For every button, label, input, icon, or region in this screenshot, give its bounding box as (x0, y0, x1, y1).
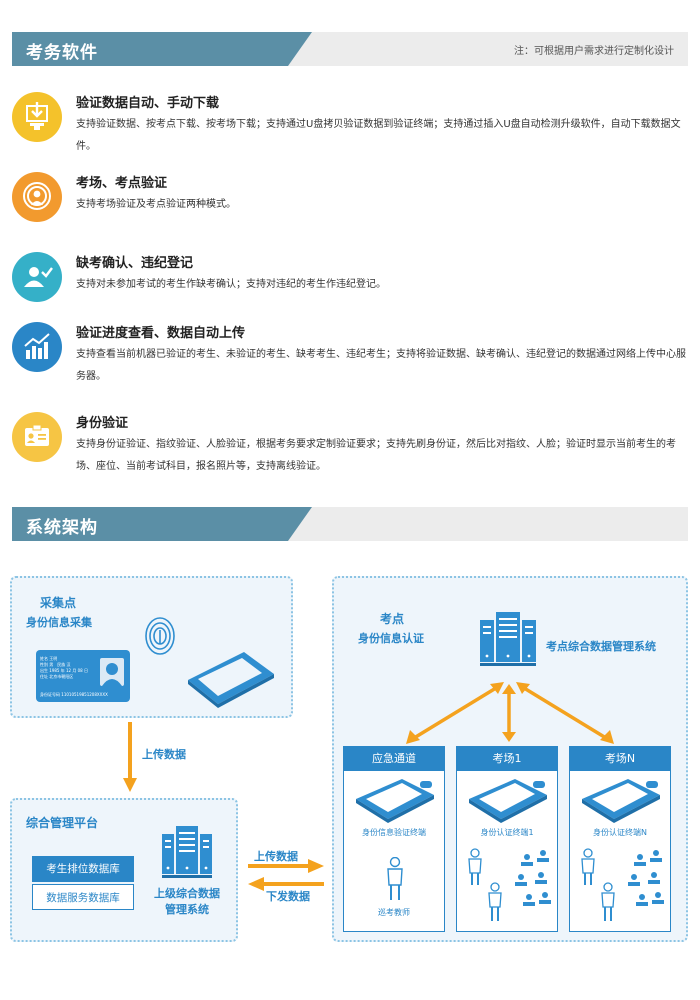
site-arrows (394, 682, 624, 750)
feature-desc: 支持查看当前机器已验证的考生、未验证的考生、缺考考生、违纪考生；支持将验证数据、… (76, 349, 686, 382)
feature-title: 身份验证 (76, 416, 129, 431)
site-server-label: 考点综合数据管理系统 (546, 640, 656, 653)
site-server-icon (480, 612, 536, 670)
download-icon (12, 92, 62, 142)
upper-server-label-line2: 管理系统 (165, 903, 209, 916)
terminal-device-icon (465, 777, 551, 827)
site-title: 考点 (380, 612, 405, 626)
sub-panel-room-n: 考场N 身份认证终端N (569, 746, 671, 932)
feature-desc: 支持对未参加考试的考生作缺考确认；支持对违纪的考生作违纪登记。 (76, 279, 386, 290)
section-title: 系统架构 (26, 518, 98, 538)
section-title: 考务软件 (26, 43, 98, 63)
id-card-photo (100, 658, 124, 686)
classroom-icon (578, 847, 668, 929)
feature-title: 缺考确认、违纪登记 (76, 256, 194, 271)
id-card-address: 住址 北京市朝阳区 (40, 674, 74, 679)
management-platform-panel: 综合管理平台 考生排位数据库 数据服务数据库 上级综合数据 管理系统 (10, 798, 238, 942)
sub-panel-room-1: 考场1 身份认证终端1 (456, 746, 558, 932)
signal-person-icon (12, 172, 62, 222)
sub-panel-head: 考场N (570, 747, 670, 771)
id-card-icon (12, 412, 62, 462)
collection-point-panel: 采集点 身份信息采集 姓名 王明 性别 男 民族 汉 出生 1985 年 12 … (10, 576, 293, 718)
person-icon (386, 856, 404, 905)
db-exam-seat: 考生排位数据库 (32, 856, 134, 882)
sub-panel-head: 考场1 (457, 747, 557, 771)
fingerprint-icon (140, 614, 180, 662)
terminal-caption: 身份信息验证终端 (362, 828, 426, 837)
download-data-label: 下发数据 (266, 890, 310, 903)
site-subtitle: 身份信息认证 (358, 632, 424, 645)
terminal-caption: 身份认证终端N (593, 828, 647, 837)
person-caption: 巡考教师 (378, 908, 410, 917)
terminal-caption: 身份认证终端1 (480, 828, 534, 837)
upper-server-label-line1: 上级综合数据 (154, 887, 220, 900)
upper-server-label: 上级综合数据 管理系统 (142, 886, 232, 918)
section-header-architecture: 系统架构 (12, 507, 688, 541)
upload-arrow (123, 722, 137, 798)
user-check-icon (12, 252, 62, 302)
feature-desc: 支持身份证验证、指纹验证、人脸验证，根据考务要求定制验证要求；支持先刷身份证，然… (76, 439, 676, 472)
feature-title: 考场、考点验证 (76, 176, 168, 191)
sub-panel-emergency: 应急通道 身份信息验证终端 巡考教师 (343, 746, 445, 932)
feature-desc: 支持考场验证及考点验证两种模式。 (76, 199, 236, 210)
terminal-device-icon (352, 777, 438, 827)
terminal-device-icon (578, 777, 664, 827)
section-note: 注：可根据用户需求进行定制化设计 (514, 46, 674, 57)
feature-title: 验证进度查看、数据自动上传 (76, 326, 246, 341)
arrow-right (248, 858, 324, 877)
chart-icon (12, 322, 62, 372)
sub-panel-head: 应急通道 (344, 747, 444, 771)
feature-title: 验证数据自动、手动下载 (76, 96, 220, 111)
server-rack-icon (162, 826, 212, 882)
feature-desc: 支持验证数据、按考点下载、按考场下载；支持通过U盘拷贝验证数据到验证终端；支持通… (76, 119, 681, 152)
id-card: 姓名 王明 性别 男 民族 汉 出生 1985 年 12 月 08 日 住址 北… (36, 650, 130, 702)
upload-label: 上传数据 (142, 748, 186, 761)
classroom-icon (465, 847, 555, 929)
id-card-number: 身份证号码 11010519851208XXXX (40, 692, 108, 697)
scanner-device-icon (182, 648, 278, 712)
db-data-service: 数据服务数据库 (32, 884, 134, 910)
platform-title: 综合管理平台 (26, 816, 99, 830)
collection-subtitle: 身份信息采集 (26, 616, 92, 629)
section-header-exam-software: 考务软件 注：可根据用户需求进行定制化设计 (12, 32, 688, 66)
collection-title: 采集点 (40, 596, 77, 610)
